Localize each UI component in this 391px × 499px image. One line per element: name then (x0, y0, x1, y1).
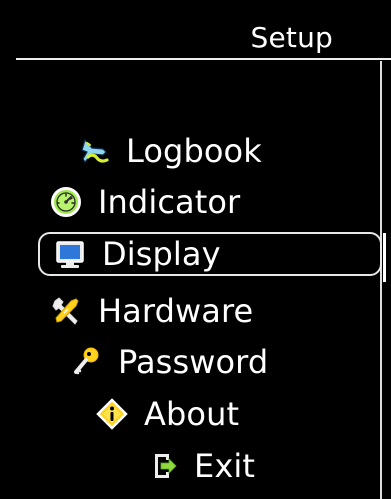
airplane-icon (81, 138, 109, 163)
menu-item-label: Display (102, 235, 221, 273)
menu-item-indicator[interactable]: Indicator (50, 180, 320, 224)
menu-item-password[interactable]: Password (70, 340, 340, 384)
menu-right-border (380, 61, 382, 499)
menu-item-label: Indicator (98, 183, 241, 221)
page-title: Setup (250, 21, 333, 54)
scrollbar-indicator[interactable] (383, 233, 386, 282)
info-icon (96, 398, 128, 430)
menu-item-hardware[interactable]: Hardware (50, 289, 330, 333)
menu-item-display[interactable]: Display (38, 232, 382, 276)
setup-menu: Logbook Indicator Display Hardware Passw… (16, 60, 382, 499)
menu-item-label: Password (118, 343, 269, 381)
key-icon (74, 347, 99, 375)
menu-item-about[interactable]: About (96, 392, 306, 436)
title-bar: Setup (16, 20, 391, 60)
menu-item-label: About (144, 395, 240, 433)
monitor-icon (56, 241, 84, 268)
exit-icon (155, 454, 177, 478)
menu-item-label: Exit (194, 447, 255, 485)
gauge-icon (51, 187, 81, 217)
menu-item-logbook[interactable]: Logbook (78, 129, 328, 173)
menu-item-exit[interactable]: Exit (146, 444, 316, 488)
menu-item-label: Logbook (126, 132, 262, 170)
menu-item-label: Hardware (98, 292, 254, 330)
tools-icon (52, 297, 79, 325)
